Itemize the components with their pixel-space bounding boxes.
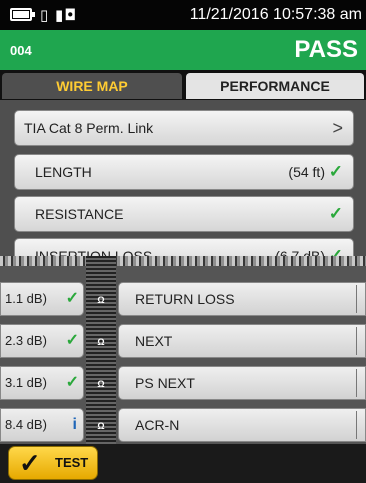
pair-value: 1.1 dB) [5, 291, 47, 306]
tab-bar: WIRE MAP PERFORMANCE [0, 70, 366, 100]
status-bar: ▯ ▮◘ 11/21/2016 10:57:38 am [0, 0, 366, 30]
insertion-loss-pair-value[interactable]: 1.1 dB) ✓ [0, 282, 84, 316]
next-label: NEXT [135, 333, 173, 349]
resistance-row[interactable]: RESISTANCE ✓ [14, 196, 354, 232]
overlay-seam [0, 256, 366, 266]
pair-value: 2.3 dB) [5, 333, 47, 348]
info-icon: i [72, 416, 77, 433]
datetime: 11/21/2016 10:57:38 am [189, 6, 362, 23]
chevron-right-icon: > [332, 118, 343, 138]
acr-n-label: ACR-N [135, 417, 180, 433]
return-loss-label: RETURN LOSS [135, 291, 235, 307]
check-icon: ✓ [65, 290, 79, 307]
check-icon: ✓ [65, 374, 79, 391]
pair-value: 3.1 dB) [5, 375, 47, 390]
ohm-mark: Ω [97, 295, 105, 305]
battery-nub [32, 12, 35, 17]
resistance-label: RESISTANCE [35, 206, 124, 222]
insertion-loss-pair-value[interactable]: 8.4 dB) i [0, 408, 84, 442]
check-icon: ✓ [328, 162, 343, 181]
row-cap [356, 411, 365, 439]
length-value: (54 ft) [288, 164, 325, 180]
row-cap [356, 327, 365, 355]
test-button[interactable]: ✓ TEST [8, 446, 98, 480]
result-status: PASS [294, 36, 358, 63]
pair-value: 8.4 dB) [5, 417, 47, 432]
status-icons: ▯ ▮◘ [40, 6, 78, 24]
check-icon: ✓ [19, 448, 41, 478]
battery-icon [10, 8, 32, 21]
acr-n-row[interactable]: ACR-N [118, 408, 366, 442]
tab-performance[interactable]: PERFORMANCE [186, 73, 364, 99]
length-row[interactable]: LENGTH (54 ft) ✓ [14, 154, 354, 190]
test-limit-row[interactable]: TIA Cat 8 Perm. Link > [14, 110, 354, 146]
next-row[interactable]: NEXT [118, 324, 366, 358]
length-label: LENGTH [35, 164, 92, 180]
insertion-loss-pair-value[interactable]: 3.1 dB) ✓ [0, 366, 84, 400]
ps-next-row[interactable]: PS NEXT [118, 366, 366, 400]
transition-overlay: 1.1 dB) ✓ 2.3 dB) ✓ 3.1 dB) ✓ 8.4 dB) i … [0, 256, 366, 444]
overlay-divider [86, 256, 116, 444]
check-icon: ✓ [328, 204, 343, 223]
insertion-loss-pair-value[interactable]: 2.3 dB) ✓ [0, 324, 84, 358]
ohm-mark: Ω [97, 337, 105, 347]
tab-wire-map[interactable]: WIRE MAP [2, 73, 182, 99]
test-limit-label: TIA Cat 8 Perm. Link [24, 120, 154, 136]
footer-bar: ✓ TEST [0, 444, 366, 483]
test-label: TEST [55, 455, 89, 470]
row-cap [356, 369, 365, 397]
job-id: 004 [10, 43, 32, 58]
row-cap [356, 285, 365, 313]
ohm-mark: Ω [97, 421, 105, 431]
check-icon: ✓ [65, 332, 79, 349]
ohm-mark: Ω [97, 379, 105, 389]
result-header: 004 PASS [0, 30, 366, 70]
tester-screen: ▯ ▮◘ 11/21/2016 10:57:38 am 004 PASS WIR… [0, 0, 366, 483]
ps-next-label: PS NEXT [135, 375, 195, 391]
return-loss-row[interactable]: RETURN LOSS [118, 282, 366, 316]
